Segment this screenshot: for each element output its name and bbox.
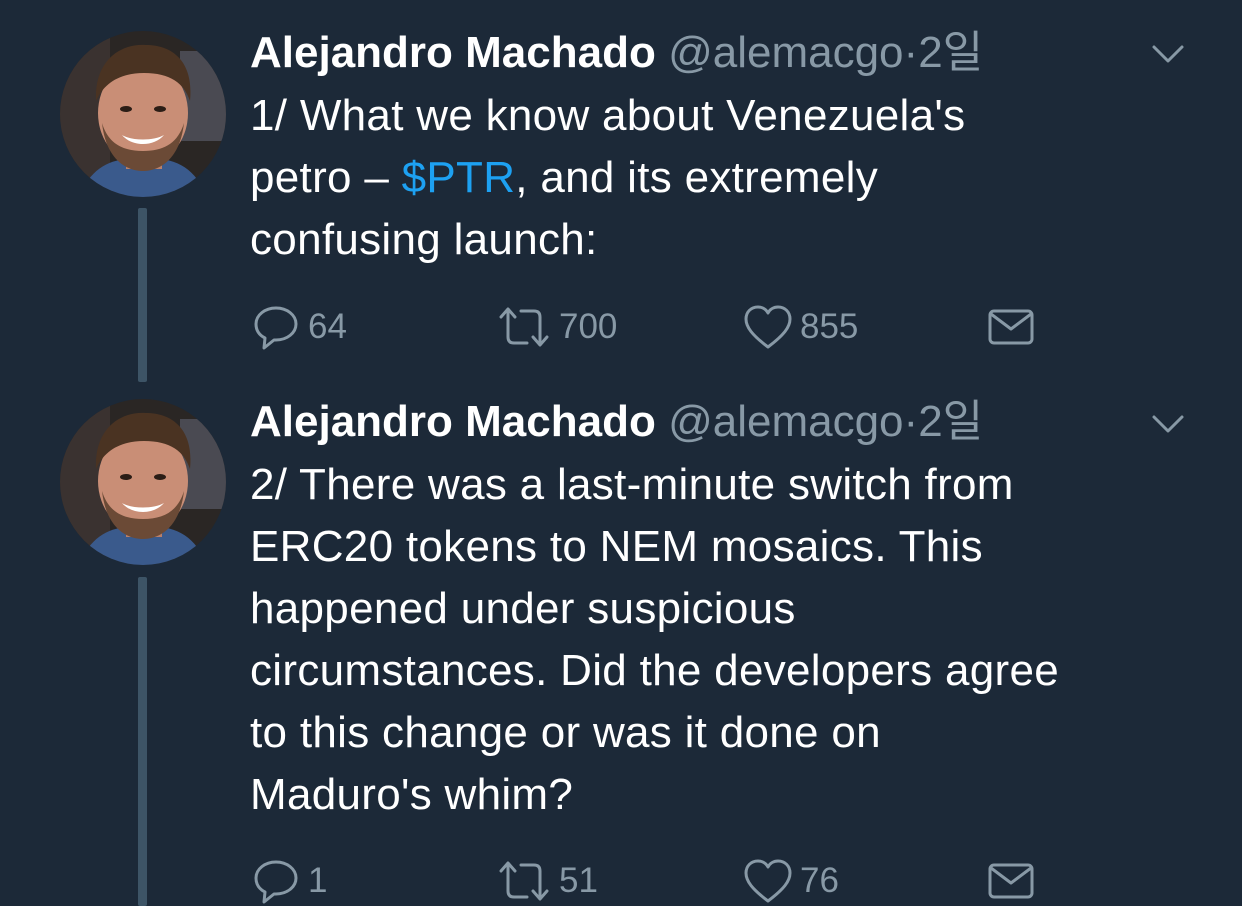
mail-icon xyxy=(986,303,1042,351)
reply-icon xyxy=(250,857,308,905)
reply-button[interactable]: 64 xyxy=(250,303,347,351)
tweet-text: 1/ What we know about Venezuela's petro … xyxy=(250,85,1210,271)
like-button[interactable]: 76 xyxy=(742,857,839,905)
chevron-down-icon[interactable] xyxy=(1150,412,1186,436)
reply-count: 64 xyxy=(308,307,347,346)
tweet-header: Alejandro Machado @alemacgo·2일 xyxy=(250,394,983,450)
cashtag-link[interactable]: $PTR xyxy=(402,153,516,202)
tweet-header: Alejandro Machado @alemacgo·2일 xyxy=(250,25,983,81)
direct-message-button[interactable] xyxy=(986,857,1042,905)
timestamp[interactable]: 2일 xyxy=(918,28,983,77)
tweet-1[interactable]: Alejandro Machado @alemacgo·2일 1/ What w… xyxy=(0,0,1242,390)
reply-icon xyxy=(250,303,308,351)
handle[interactable]: @alemacgo xyxy=(668,28,903,77)
retweet-icon xyxy=(495,303,559,351)
avatar-photo xyxy=(60,31,226,197)
tweet-text-line: Maduro's whim? xyxy=(250,770,574,819)
heart-icon xyxy=(742,303,800,351)
chevron-down-icon[interactable] xyxy=(1150,42,1186,66)
direct-message-button[interactable] xyxy=(986,303,1042,351)
retweet-count: 700 xyxy=(559,307,618,346)
thread-line xyxy=(138,577,147,906)
reply-button[interactable]: 1 xyxy=(250,857,327,905)
retweet-button[interactable]: 700 xyxy=(495,303,617,351)
tweet-text-segment: petro – xyxy=(250,153,402,202)
display-name[interactable]: Alejandro Machado xyxy=(250,28,656,77)
tweet-text-line: confusing launch: xyxy=(250,215,598,264)
avatar-photo xyxy=(60,399,226,565)
timestamp[interactable]: 2일 xyxy=(918,397,983,446)
mail-icon xyxy=(986,857,1042,905)
tweet-2[interactable]: Alejandro Machado @alemacgo·2일 2/ There … xyxy=(0,390,1242,906)
tweet-text-line: 1/ What we know about Venezuela's xyxy=(250,91,966,140)
avatar[interactable] xyxy=(60,399,226,565)
display-name[interactable]: Alejandro Machado xyxy=(250,397,656,446)
tweet-text-line: 2/ There was a last-minute switch from xyxy=(250,460,1014,509)
reply-count: 1 xyxy=(308,861,328,900)
tweet-text-line: ERC20 tokens to NEM mosaics. This xyxy=(250,522,983,571)
retweet-icon xyxy=(495,857,559,905)
tweet-text-line: to this change or was it done on xyxy=(250,708,881,757)
handle[interactable]: @alemacgo xyxy=(668,397,903,446)
retweet-button[interactable]: 51 xyxy=(495,857,598,905)
heart-icon xyxy=(742,857,800,905)
tweet-text: 2/ There was a last-minute switch from E… xyxy=(250,454,1210,826)
retweet-count: 51 xyxy=(559,861,598,900)
tweet-text-segment: , and its extremely xyxy=(515,153,879,202)
separator: · xyxy=(903,28,919,77)
tweet-text-line: circumstances. Did the developers agree xyxy=(250,646,1059,695)
tweet-text-line: petro – $PTR, and its extremely xyxy=(250,147,1210,209)
like-count: 855 xyxy=(800,307,859,346)
like-button[interactable]: 855 xyxy=(742,303,858,351)
thread-line xyxy=(138,208,147,382)
separator: · xyxy=(903,397,919,446)
tweet-text-line: happened under suspicious xyxy=(250,584,796,633)
avatar[interactable] xyxy=(60,31,226,197)
like-count: 76 xyxy=(800,861,839,900)
